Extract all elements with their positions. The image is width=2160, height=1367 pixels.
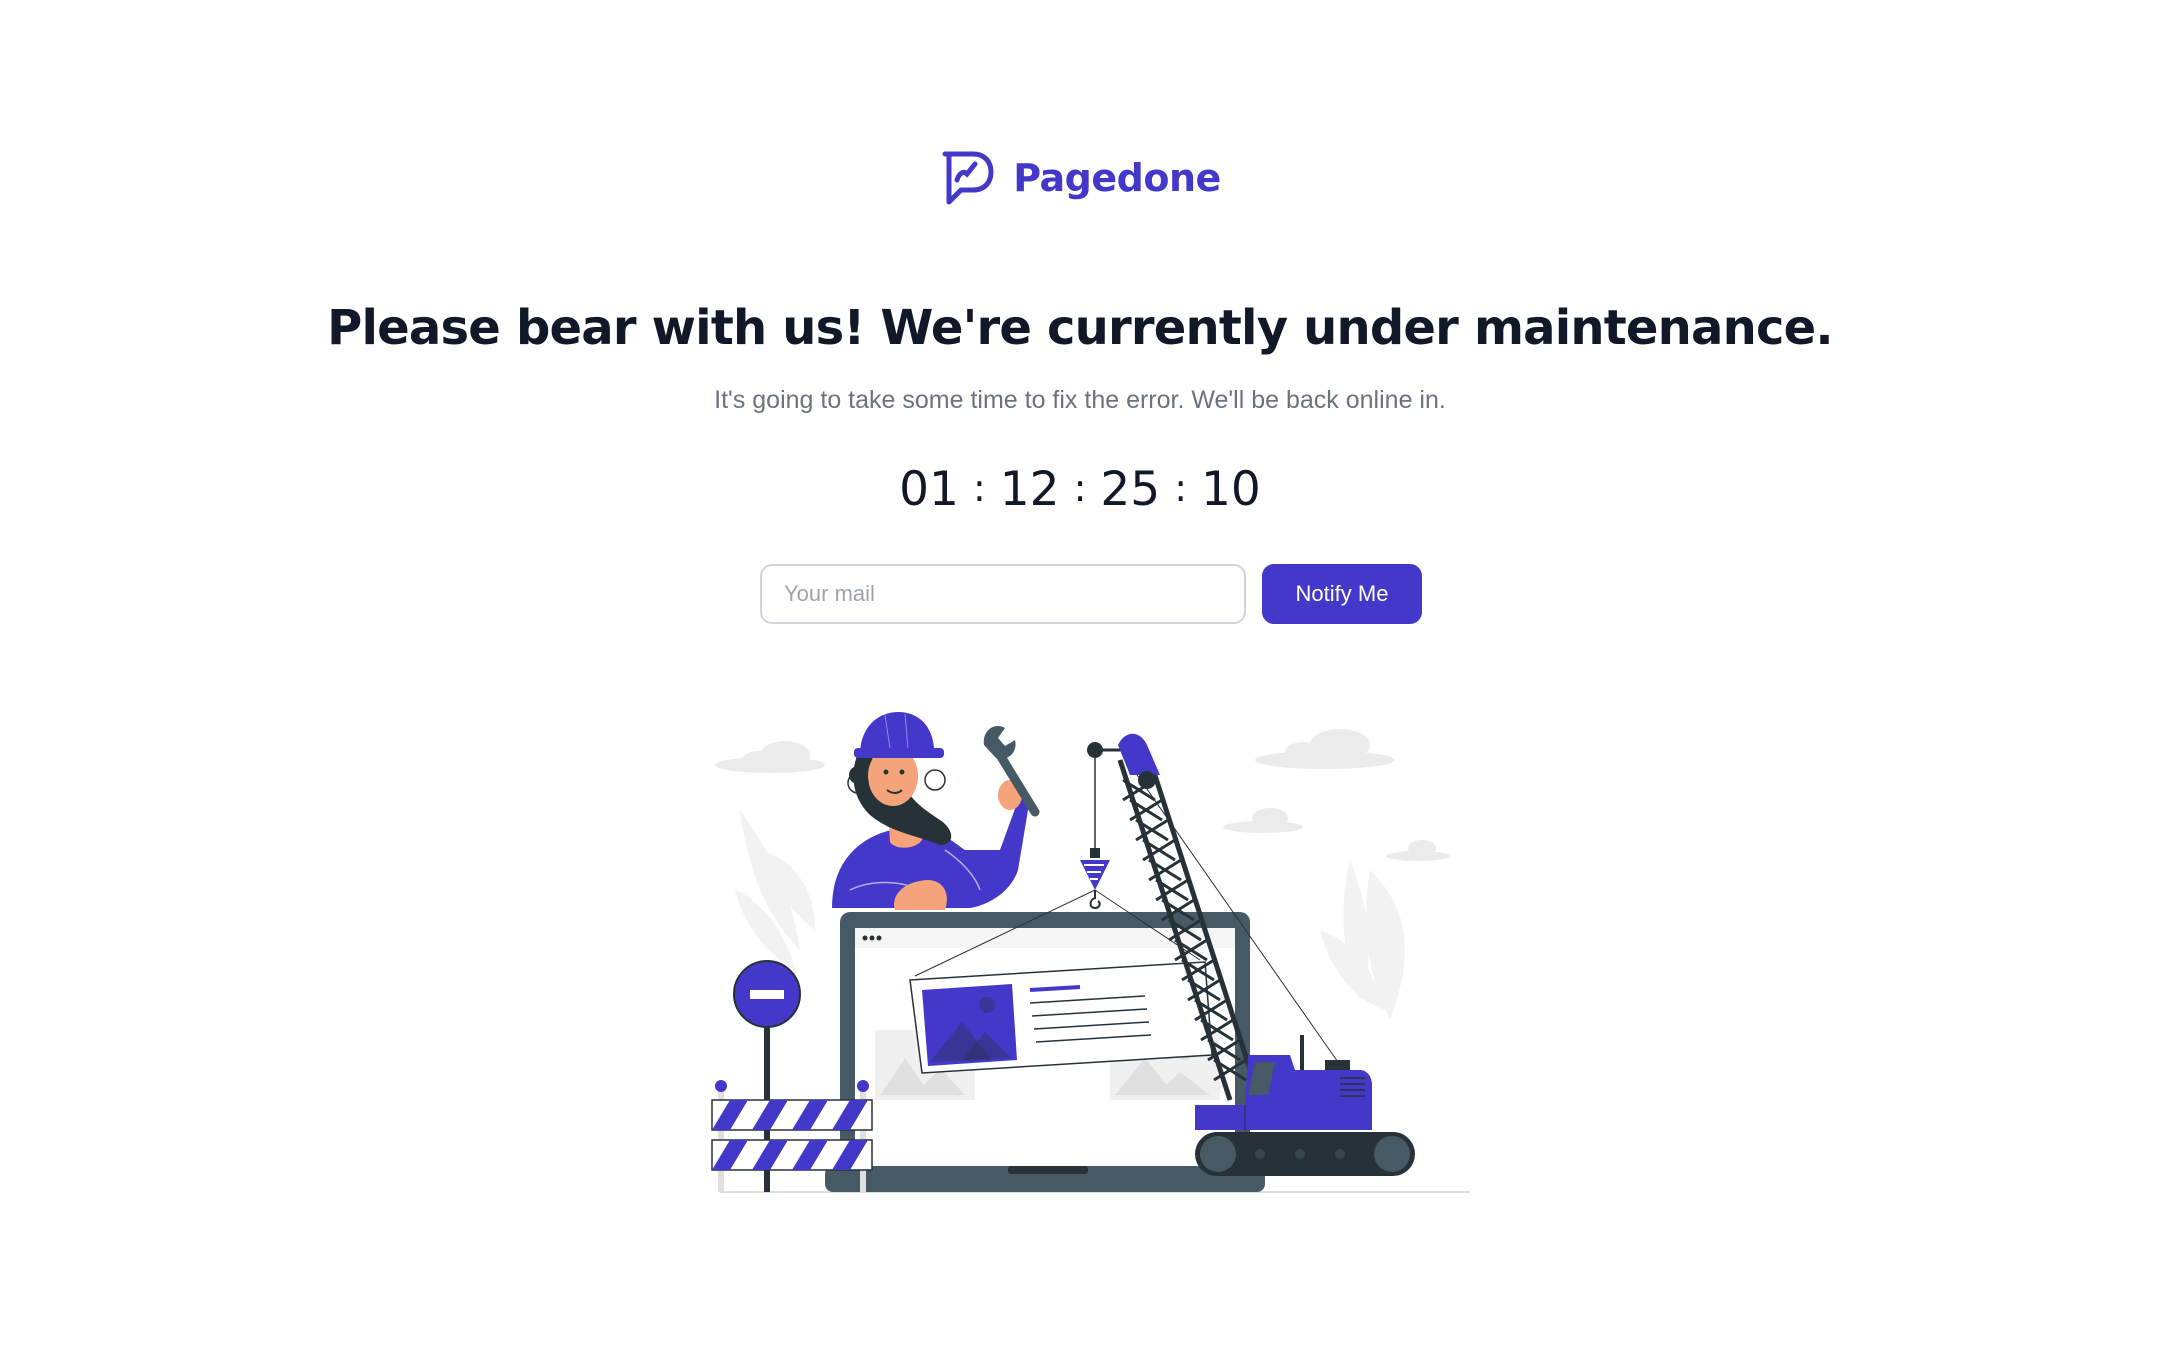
email-field[interactable] [760, 564, 1246, 624]
pagedone-logo-icon [942, 151, 994, 205]
notify-form: Notify Me [760, 564, 1422, 624]
plant-icon [1320, 860, 1405, 1020]
cloud-icon [1255, 729, 1395, 769]
countdown-separator: : [1073, 465, 1087, 510]
crane-hook-icon [1080, 758, 1110, 910]
countdown-separator: : [1174, 465, 1188, 510]
cloud-icon [1223, 808, 1303, 833]
notify-me-button[interactable]: Notify Me [1262, 564, 1422, 624]
brand-logo[interactable]: Pagedone [0, 150, 2160, 206]
countdown-separator: : [972, 465, 986, 510]
countdown-days: 01 [899, 462, 959, 517]
page-subtitle: It's going to take some time to fix the … [714, 386, 1446, 414]
brand-name: Pagedone [1013, 156, 1221, 200]
maintenance-page: Pagedone Please bear with us! We're curr… [0, 0, 2160, 1367]
page-title: Please bear with us! We're currently und… [327, 300, 1834, 356]
countdown-hours: 12 [999, 462, 1060, 517]
countdown-minutes: 25 [1100, 462, 1161, 517]
cloud-icon [1386, 840, 1450, 861]
countdown-timer: 01 : 12 : 25 : 10 [0, 462, 2160, 517]
maintenance-illustration [711, 712, 1470, 1193]
countdown-seconds: 10 [1201, 462, 1261, 517]
plant-icon [735, 810, 815, 970]
cloud-icon [715, 741, 825, 773]
